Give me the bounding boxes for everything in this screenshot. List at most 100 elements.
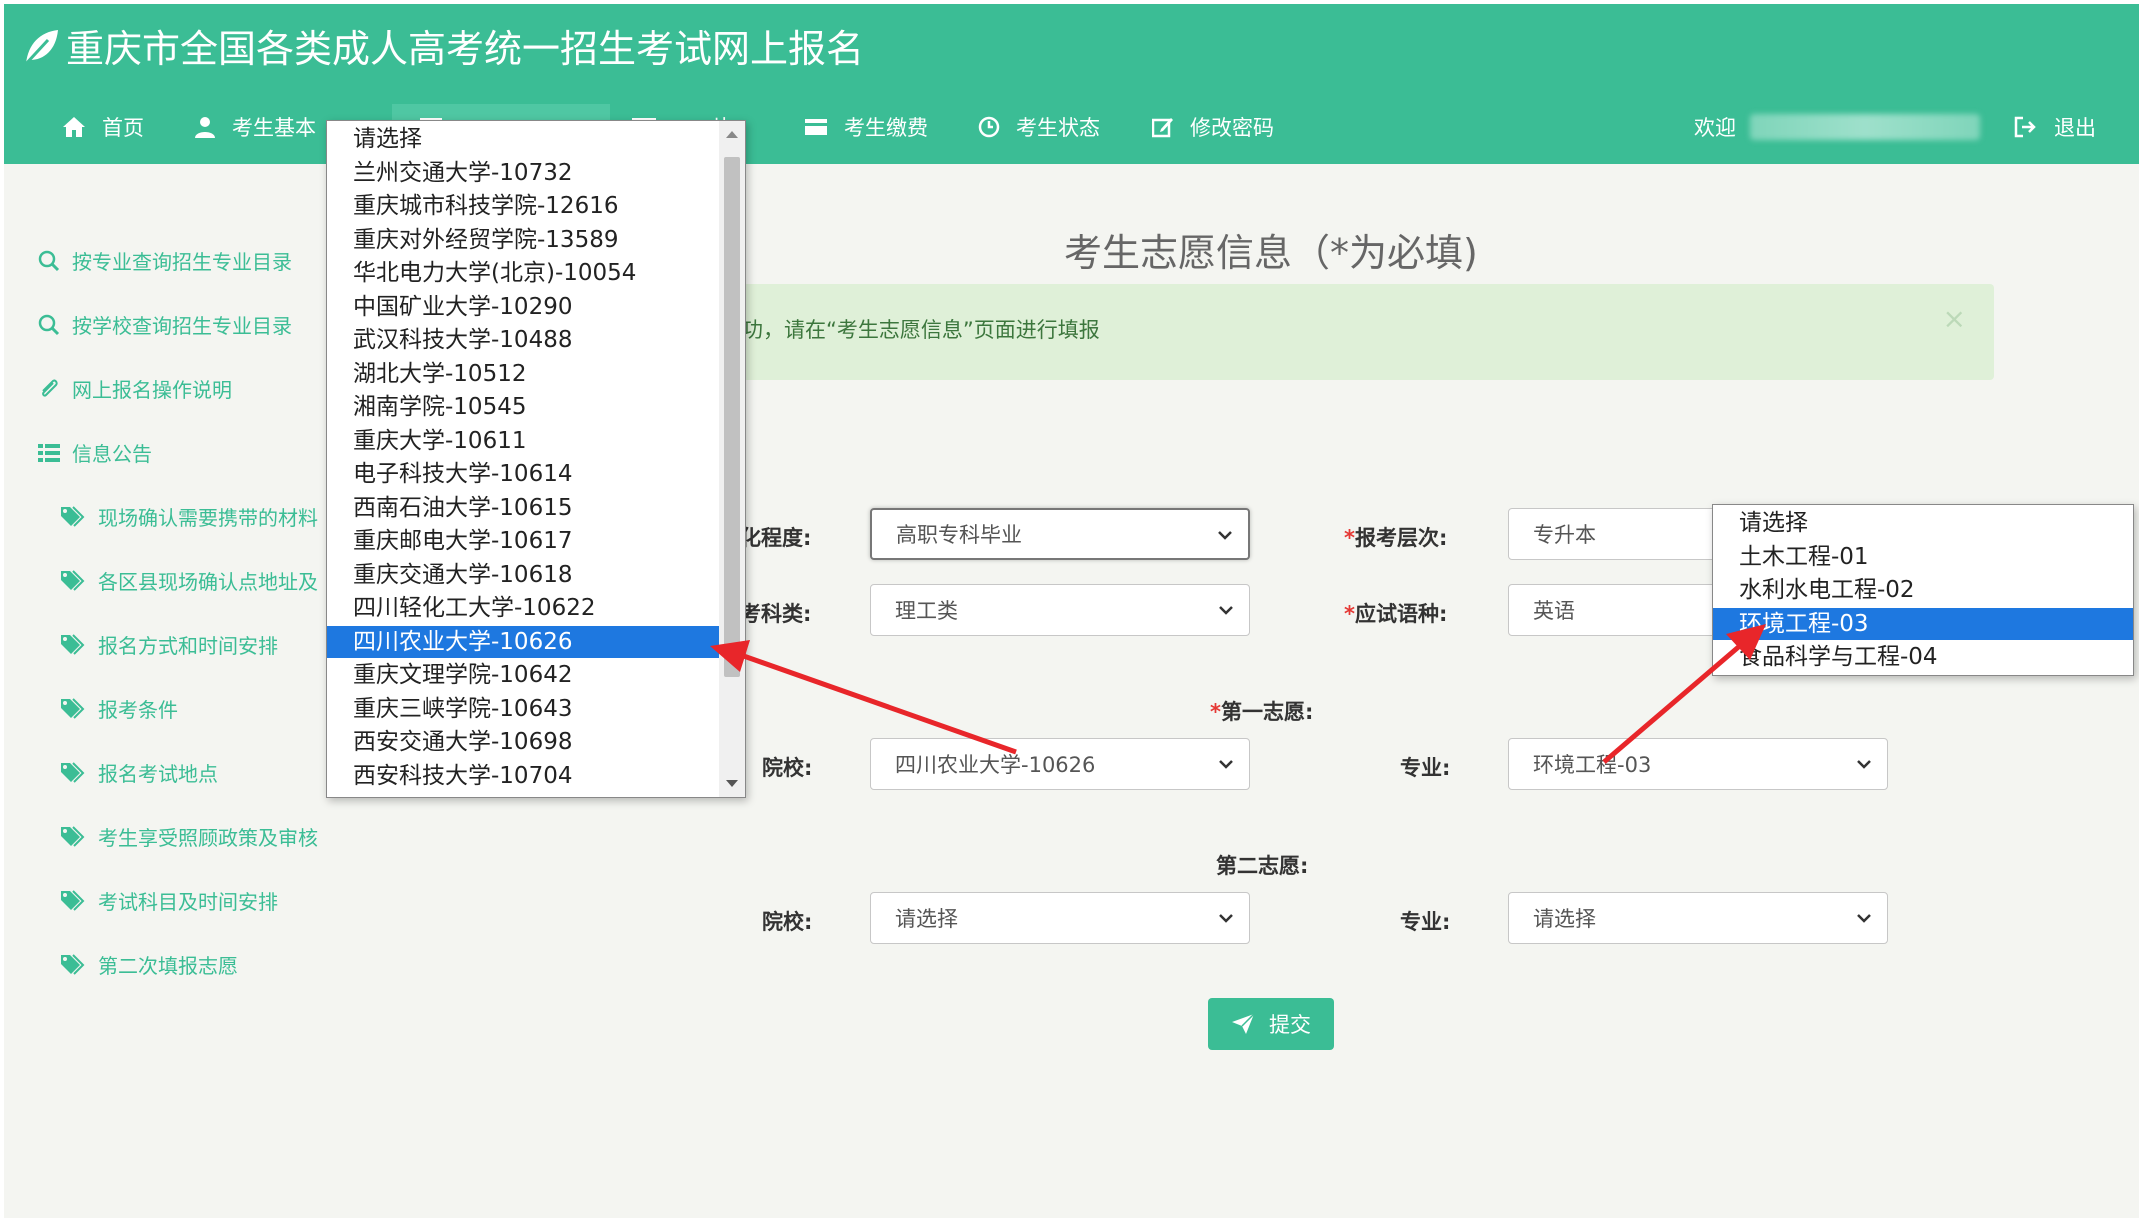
school1-select[interactable]: 四川农业大学-10626 xyxy=(870,738,1250,790)
school-option[interactable]: 重庆大学-10611 xyxy=(327,425,719,457)
site-title: 重庆市全国各类成人高考统一招生考试网上报名 xyxy=(66,27,865,71)
sidebar-item-label: 按学校查询招生专业目录 xyxy=(72,314,292,338)
major-option[interactable]: 请选择 xyxy=(1713,507,2133,539)
sidebar-item-conditions[interactable]: 报考条件 xyxy=(60,694,178,723)
sidebar-item-second-fill[interactable]: 第二次填报志愿 xyxy=(60,950,238,979)
logout-link[interactable]: 退出 xyxy=(2014,104,2096,150)
chevron-down-icon xyxy=(1218,531,1232,540)
edit-icon xyxy=(1152,118,1173,138)
sidebar-item-label: 第二次填报志愿 xyxy=(98,954,238,978)
success-alert: 功，请在“考生志愿信息”页面进行填报 × xyxy=(704,284,1994,380)
sidebar-item-subjects[interactable]: 考试科目及时间安排 xyxy=(60,886,278,915)
chevron-down-icon xyxy=(1857,760,1871,769)
dropdown-scrollbar[interactable] xyxy=(719,121,745,797)
school-option[interactable]: 请选择 xyxy=(327,123,719,155)
school-option[interactable]: 电子科技大学-10614 xyxy=(327,458,719,490)
category-value: 理工类 xyxy=(895,599,958,623)
language-label: *应试语种: xyxy=(1344,602,1448,626)
major-option[interactable]: 食品科学与工程-04 xyxy=(1713,641,2133,673)
submit-button[interactable]: 提交 xyxy=(1208,998,1334,1050)
scroll-up-arrow-icon[interactable] xyxy=(725,129,739,139)
major2-select[interactable]: 请选择 xyxy=(1508,892,1888,944)
nav-change-password[interactable]: 修改密码 xyxy=(1152,104,1274,150)
page-frame: 重庆市全国各类成人高考统一招生考试网上报名 首页 考生基本 考生缴费 考生状态 … xyxy=(4,4,2139,1218)
header-bar: 重庆市全国各类成人高考统一招生考试网上报名 首页 考生基本 考生缴费 考生状态 … xyxy=(4,4,2139,164)
tag-icon xyxy=(61,697,85,719)
sidebar-item-query-by-school[interactable]: 按学校查询招生专业目录 xyxy=(38,310,292,339)
school-option[interactable]: 重庆邮电大学-10617 xyxy=(327,525,719,557)
paperclip-icon xyxy=(42,379,58,397)
major-option[interactable]: 环境工程-03 xyxy=(1713,607,2133,640)
major1-select[interactable]: 环境工程-03 xyxy=(1508,738,1888,790)
sidebar-item-instructions[interactable]: 网上报名操作说明 xyxy=(38,374,232,403)
tag-icon xyxy=(61,505,85,527)
level-value: 专升本 xyxy=(1533,523,1596,547)
welcome-label: 欢迎 xyxy=(1694,116,1736,140)
leaf-logo-icon xyxy=(22,30,58,68)
school-option[interactable]: 重庆三峡学院-10643 xyxy=(327,693,719,725)
tag-icon xyxy=(61,569,85,591)
school-option[interactable]: 重庆城市科技学院-12616 xyxy=(327,190,719,222)
nav-home[interactable]: 首页 xyxy=(62,104,144,150)
school1-value: 四川农业大学-10626 xyxy=(895,753,1096,777)
major2-label: 专业: xyxy=(1400,910,1451,934)
nav-home-label: 首页 xyxy=(102,116,144,140)
sidebar-item-query-by-major[interactable]: 按专业查询招生专业目录 xyxy=(38,246,292,275)
school2-select[interactable]: 请选择 xyxy=(870,892,1250,944)
sidebar-item-label: 信息公告 xyxy=(72,442,152,466)
clock-icon xyxy=(978,116,1000,138)
nav-student-info-label: 考生基本 xyxy=(232,116,316,140)
tag-icon xyxy=(61,953,85,975)
school-option[interactable]: 中国矿业大学-10290 xyxy=(327,291,719,323)
school-option[interactable]: 重庆文理学院-10642 xyxy=(327,659,719,691)
chevron-down-icon xyxy=(1857,914,1871,923)
school-option[interactable]: 兰州交通大学-10732 xyxy=(327,157,719,189)
search-icon xyxy=(38,250,60,271)
nav-status[interactable]: 考生状态 xyxy=(978,104,1100,150)
sidebar-item-care-policy[interactable]: 考生享受照顾政策及审核 xyxy=(60,822,318,851)
level-label: *报考层次: xyxy=(1344,526,1448,550)
major-option[interactable]: 水利水电工程-02 xyxy=(1713,574,2133,606)
sidebar-item-schedule[interactable]: 报名方式和时间安排 xyxy=(60,630,278,659)
home-icon xyxy=(63,117,85,137)
school-option[interactable]: 湘南学院-10545 xyxy=(327,391,719,423)
sidebar-item-label: 考生享受照顾政策及审核 xyxy=(98,826,318,850)
scroll-thumb[interactable] xyxy=(724,157,740,677)
level-label-text: 报考层次: xyxy=(1354,526,1448,550)
sidebar-item-label: 网上报名操作说明 xyxy=(72,378,232,402)
sidebar-item-exam-locations[interactable]: 报名考试地点 xyxy=(60,758,218,787)
nav-student-info[interactable]: 考生基本 xyxy=(194,104,316,150)
sidebar-item-materials[interactable]: 现场确认需要携带的材料 xyxy=(60,502,318,531)
sidebar: 按专业查询招生专业目录 按学校查询招生专业目录 网上报名操作说明 信息公告 现场… xyxy=(4,164,334,1064)
alert-close-button[interactable]: × xyxy=(1943,302,1966,335)
school-option[interactable]: 西安交通大学-10698 xyxy=(327,726,719,758)
scroll-down-arrow-icon[interactable] xyxy=(725,779,739,789)
nav-payment[interactable]: 考生缴费 xyxy=(804,104,928,150)
major-option[interactable]: 土木工程-01 xyxy=(1713,541,2133,573)
language-label-text: 应试语种: xyxy=(1354,602,1448,626)
school-option[interactable]: 西南石油大学-10615 xyxy=(327,492,719,524)
school-option[interactable]: 四川农业大学-10626 xyxy=(327,625,719,658)
submit-label: 提交 xyxy=(1269,1013,1311,1037)
first-choice-label-text: 第一志愿: xyxy=(1220,700,1314,724)
school2-label: 院校: xyxy=(762,910,813,934)
category-select[interactable]: 理工类 xyxy=(870,584,1250,636)
school-option[interactable]: 湖北大学-10512 xyxy=(327,358,719,390)
major-dropdown-list: 请选择 土木工程-01 水利水电工程-02 环境工程-03 食品科学与工程-04 xyxy=(1712,504,2134,676)
school-option[interactable]: 四川轻化工大学-10622 xyxy=(327,592,719,624)
sidebar-item-label: 现场确认需要携带的材料 xyxy=(98,506,318,530)
education-select[interactable]: 高职专科毕业 xyxy=(870,508,1250,560)
school-option[interactable]: 华北电力大学(北京)-10054 xyxy=(327,257,719,289)
sidebar-item-confirm-locations[interactable]: 各区县现场确认点地址及 xyxy=(60,566,318,595)
school-option[interactable]: 重庆交通大学-10618 xyxy=(327,559,719,591)
nav-status-label: 考生状态 xyxy=(1016,116,1100,140)
school2-value: 请选择 xyxy=(895,907,958,931)
school-dropdown-list: 请选择 兰州交通大学-10732 重庆城市科技学院-12616 重庆对外经贸学院-13… xyxy=(326,120,746,798)
school-option[interactable]: 重庆对外经贸学院-13589 xyxy=(327,224,719,256)
school-option[interactable]: 西安科技大学-10704 xyxy=(327,760,719,792)
school-option[interactable]: 武汉科技大学-10488 xyxy=(327,324,719,356)
card-icon xyxy=(805,119,827,135)
second-choice-label: 第二志愿: xyxy=(1216,854,1309,878)
tag-icon xyxy=(61,889,85,911)
sidebar-item-announcements[interactable]: 信息公告 xyxy=(38,438,152,467)
